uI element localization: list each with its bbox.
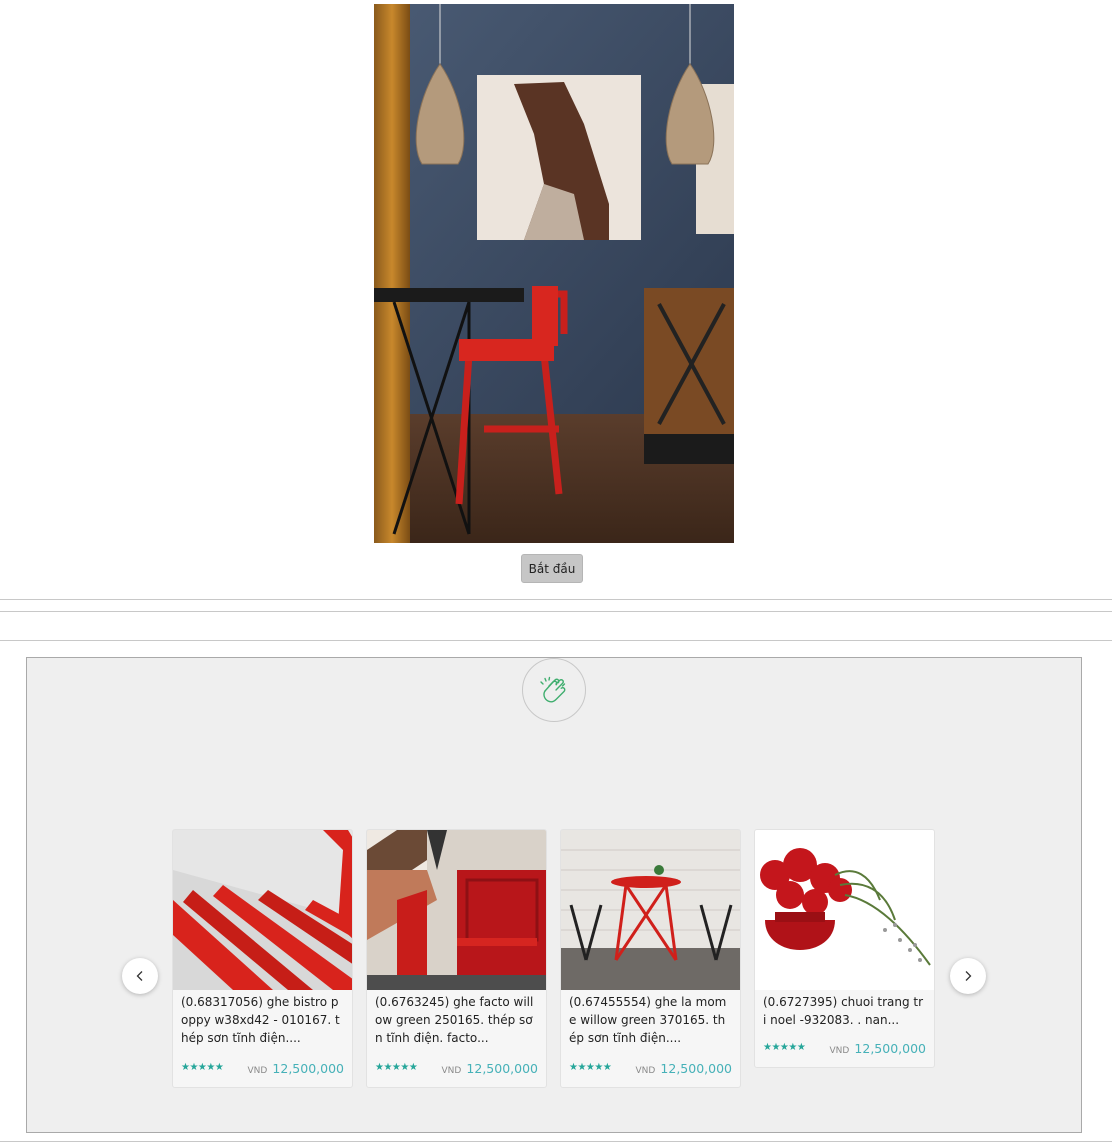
start-button[interactable]: Bắt đầu — [521, 554, 583, 583]
product-image[interactable] — [367, 830, 546, 990]
product-card[interactable]: (0.6763245) ghe facto willow green 25016… — [366, 829, 547, 1088]
product-image[interactable] — [173, 830, 352, 990]
carousel-next-button[interactable] — [950, 958, 986, 994]
price-currency: VND — [829, 1046, 850, 1056]
product-title[interactable]: (0.6727395) chuoi trang tri noel -932083… — [755, 990, 934, 1038]
product-card[interactable]: (0.6727395) chuoi trang tri noel -932083… — [754, 829, 935, 1068]
clapping-hands-icon — [522, 658, 586, 722]
product-price: 12,500,000 — [854, 1041, 926, 1056]
product-price: 12,500,000 — [272, 1061, 344, 1076]
divider — [0, 599, 1112, 600]
product-price: 12,500,000 — [466, 1061, 538, 1076]
chevron-right-icon — [965, 971, 972, 981]
divider — [0, 611, 1112, 612]
hero-image — [374, 4, 734, 543]
product-image[interactable] — [755, 830, 934, 990]
divider — [0, 640, 1112, 641]
price-currency: VND — [635, 1066, 656, 1076]
rating-stars: ★★★★★ — [181, 1062, 224, 1073]
price-currency: VND — [247, 1066, 268, 1076]
product-title[interactable]: (0.67455554) ghe la mome willow green 37… — [561, 990, 740, 1058]
recommendation-panel: (0.68317056) ghe bistro poppy w38xd42 - … — [26, 657, 1082, 1133]
product-title[interactable]: (0.6763245) ghe facto willow green 25016… — [367, 990, 546, 1058]
rating-stars: ★★★★★ — [375, 1062, 418, 1073]
product-card[interactable]: (0.68317056) ghe bistro poppy w38xd42 - … — [172, 829, 353, 1088]
product-price: 12,500,000 — [660, 1061, 732, 1076]
chevron-left-icon — [136, 971, 143, 981]
carousel-prev-button[interactable] — [122, 958, 158, 994]
rating-stars: ★★★★★ — [569, 1062, 612, 1073]
product-image[interactable] — [561, 830, 740, 990]
divider — [0, 1141, 1112, 1142]
rating-stars: ★★★★★ — [763, 1042, 806, 1053]
price-currency: VND — [441, 1066, 462, 1076]
product-title[interactable]: (0.68317056) ghe bistro poppy w38xd42 - … — [173, 990, 352, 1058]
product-card[interactable]: (0.67455554) ghe la mome willow green 37… — [560, 829, 741, 1088]
